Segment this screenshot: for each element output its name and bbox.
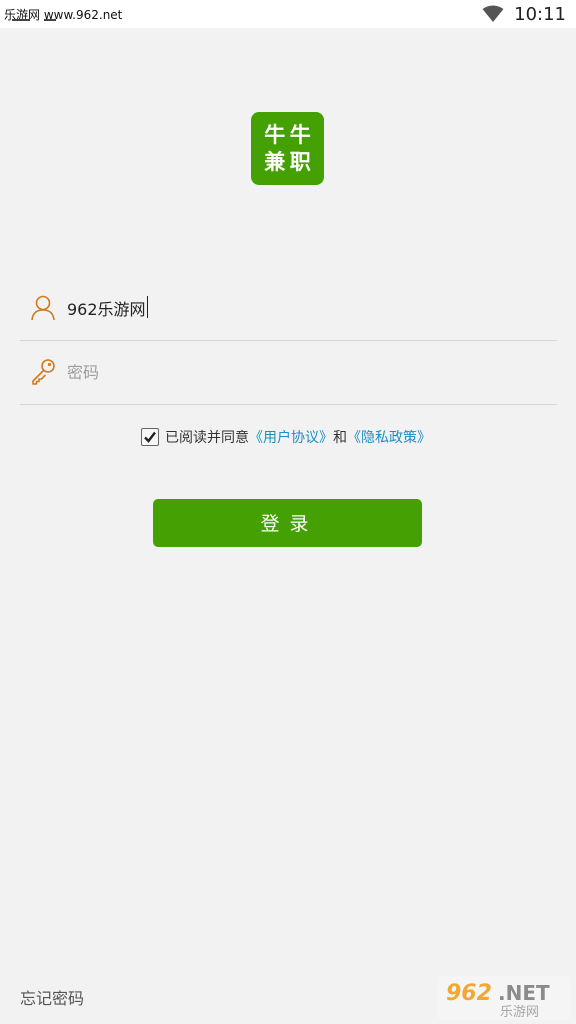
login-button[interactable]: 登录 xyxy=(153,499,422,547)
status-time: 10:11 xyxy=(514,3,566,25)
wifi-icon xyxy=(482,5,504,22)
logo-char: 牛 xyxy=(289,123,311,147)
agreement-prefix: 已阅读并同意 xyxy=(165,430,249,446)
agreement-row: 已阅读并同意 《用户协议》 和 《隐私政策》 xyxy=(141,426,431,448)
key-icon xyxy=(32,359,55,385)
forgot-password-link[interactable]: 忘记密码 xyxy=(20,985,84,1009)
user-icon xyxy=(31,295,55,321)
privacy-policy-link[interactable]: 《隐私政策》 xyxy=(347,427,431,447)
agreement-conjunction: 和 xyxy=(333,430,347,446)
notification-marks xyxy=(12,19,62,25)
svg-text:乐游网: 乐游网 xyxy=(500,1005,539,1020)
status-bar: 乐游网 www.962.net 10:11 xyxy=(0,0,576,28)
svg-text:.NET: .NET xyxy=(498,981,550,1005)
password-input[interactable] xyxy=(67,356,537,388)
username-input[interactable] xyxy=(67,292,537,324)
login-screen: 乐游网 www.962.net 10:11 牛 牛 兼 职 962乐游网 已阅读… xyxy=(0,0,576,1024)
user-agreement-link[interactable]: 《用户协议》 xyxy=(249,427,333,447)
agreement-checkbox[interactable] xyxy=(141,428,159,446)
svg-text:962: 962 xyxy=(446,981,492,1006)
logo-char: 兼 xyxy=(264,149,286,174)
site-watermark-logo: 962 .NET 乐游网 xyxy=(438,976,570,1020)
logo-char: 职 xyxy=(289,149,311,174)
app-logo: 牛 牛 兼 职 xyxy=(251,112,324,185)
username-field xyxy=(20,276,557,341)
text-caret xyxy=(147,296,148,318)
password-field xyxy=(20,340,557,405)
logo-char: 牛 xyxy=(264,123,286,147)
status-right: 10:11 xyxy=(482,3,566,25)
checkmark-icon xyxy=(144,431,156,443)
